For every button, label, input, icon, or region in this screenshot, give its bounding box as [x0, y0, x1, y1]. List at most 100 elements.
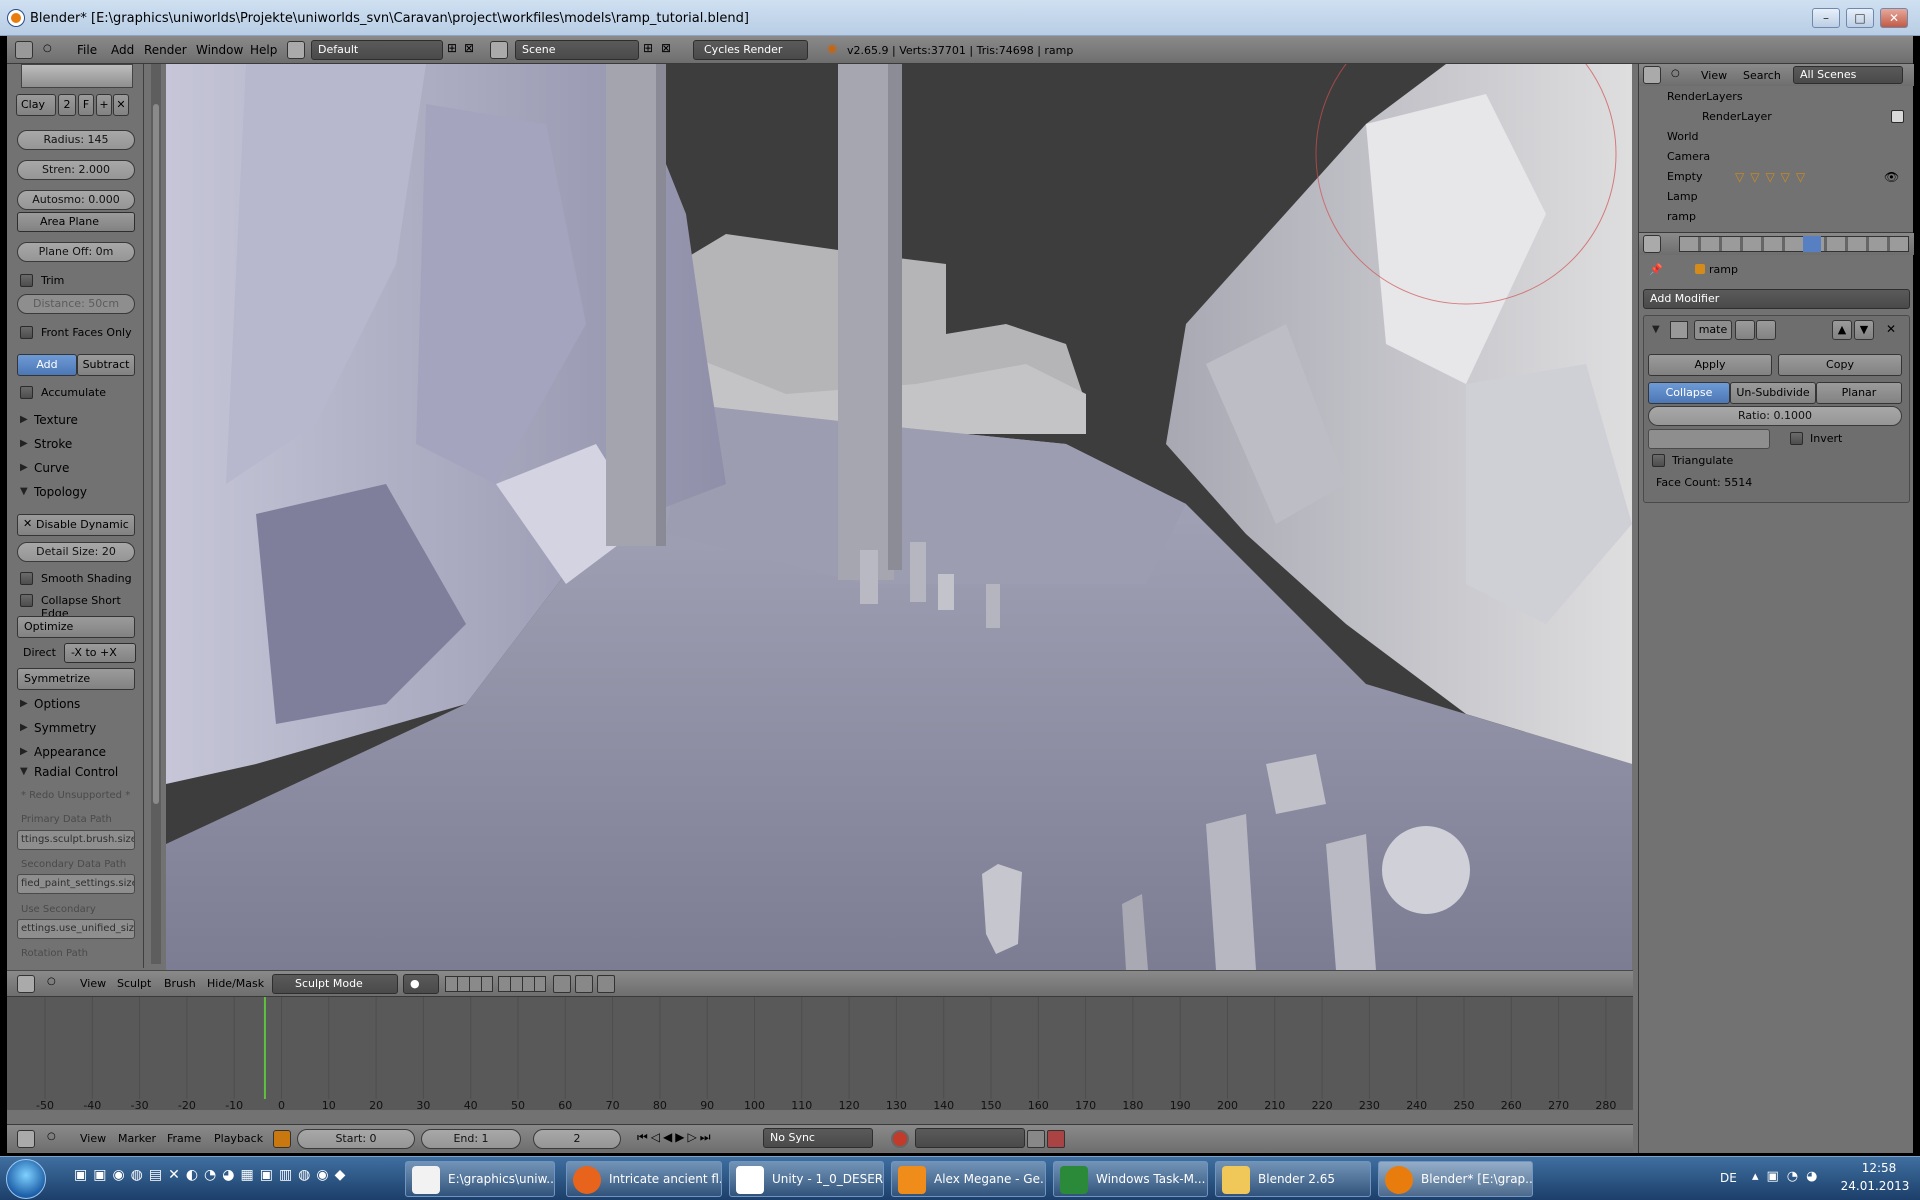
menu-help[interactable]: Help: [250, 43, 277, 57]
distance-field[interactable]: Distance: 50cm: [17, 294, 135, 314]
layers-left-icon[interactable]: [445, 976, 493, 992]
outliner-item-empty[interactable]: Empty: [1667, 170, 1702, 183]
context-tabs[interactable]: [1679, 236, 1909, 252]
disable-dynamic-button[interactable]: Disable Dynamic: [17, 514, 135, 536]
taskbar-blender-folder[interactable]: Blender 2.65: [1215, 1161, 1371, 1197]
preview-range-icon[interactable]: [273, 1130, 291, 1148]
outliner-item-camera[interactable]: Camera: [1667, 150, 1710, 163]
menu-view[interactable]: View: [80, 977, 106, 990]
curve-panel-header[interactable]: Curve: [34, 461, 69, 475]
options-expand-icon[interactable]: ▶: [20, 698, 28, 709]
brush-preview[interactable]: [21, 64, 133, 88]
autosmooth-field[interactable]: Autosmo: 0.000: [17, 190, 135, 210]
symmetry-panel-header[interactable]: Symmetry: [34, 721, 96, 735]
visibility-eye-icon[interactable]: 👁: [1884, 170, 1899, 184]
appearance-expand-icon[interactable]: ▶: [20, 746, 28, 757]
outliner-item-lamp[interactable]: Lamp: [1667, 190, 1698, 203]
outliner-item-renderlayer[interactable]: RenderLayer: [1702, 110, 1772, 123]
taskbar-unity[interactable]: Unity - 1_0_DESER...: [729, 1161, 884, 1197]
menu-sculpt[interactable]: Sculpt: [117, 977, 151, 990]
strength-field[interactable]: Stren: 2.000: [17, 160, 135, 180]
brush-fake-user[interactable]: F: [78, 94, 94, 116]
radius-field[interactable]: Radius: 145: [17, 130, 135, 150]
screen-layout-field[interactable]: Default: [311, 40, 443, 60]
primary-path-field[interactable]: ttings.sculpt.brush.size: [17, 830, 135, 850]
optimize-button[interactable]: Optimize: [17, 616, 135, 638]
current-frame-field[interactable]: 2: [533, 1129, 621, 1149]
menu-hide-mask[interactable]: Hide/Mask: [207, 977, 264, 990]
menu-brush[interactable]: Brush: [164, 977, 196, 990]
remove-layout-icon[interactable]: ⊠: [464, 41, 474, 55]
menu-add[interactable]: Add: [111, 43, 134, 57]
viewport-toggle-icon[interactable]: [1756, 320, 1776, 340]
maximize-button[interactable]: □: [1846, 8, 1874, 28]
editor-type-icon[interactable]: [17, 1130, 35, 1148]
radial-collapse-icon[interactable]: ▼: [20, 766, 28, 777]
remove-modifier-icon[interactable]: ✕: [1886, 322, 1896, 336]
render-preview-icon[interactable]: [575, 975, 593, 993]
editor-type-icon[interactable]: [17, 975, 35, 993]
render-engine-select[interactable]: Cycles Render: [693, 40, 808, 60]
taskbar-firefox[interactable]: Intricate ancient fl...: [566, 1161, 722, 1197]
front-faces-checkbox[interactable]: [20, 326, 33, 339]
pin-icon[interactable]: 📌: [1649, 263, 1663, 276]
toolshelf-scrollbar[interactable]: [151, 64, 161, 964]
menu-file[interactable]: File: [77, 43, 97, 57]
tray-icons[interactable]: ▴▣◔◕: [1752, 1169, 1826, 1184]
menu-frame[interactable]: Frame: [167, 1132, 201, 1145]
symmetry-expand-icon[interactable]: ▶: [20, 722, 28, 733]
trim-checkbox[interactable]: [20, 274, 33, 287]
taskbar-blender-active[interactable]: Blender* [E:\grap...: [1378, 1161, 1533, 1197]
playback-controls[interactable]: ⏮◁◀▶▷⏭: [637, 1130, 714, 1145]
texture-expand-icon[interactable]: ▶: [20, 414, 28, 425]
viewport-shading-select[interactable]: ●: [403, 974, 439, 994]
scene-field[interactable]: Scene: [515, 40, 639, 60]
minimize-button[interactable]: –: [1812, 8, 1840, 28]
collapse-menu-icon[interactable]: ○: [43, 43, 52, 54]
subtract-mode-button[interactable]: Subtract: [77, 354, 135, 376]
menu-search[interactable]: Search: [1743, 69, 1781, 82]
add-layout-icon[interactable]: ⊞: [447, 41, 457, 55]
taskbar-vlc[interactable]: Alex Megane - Ge...: [891, 1161, 1046, 1197]
add-modifier-select[interactable]: Add Modifier: [1643, 289, 1910, 309]
insert-key-icon[interactable]: [1027, 1130, 1045, 1148]
editor-type-icon[interactable]: [1643, 66, 1661, 84]
scene-icon[interactable]: [490, 41, 508, 59]
add-scene-icon[interactable]: ⊞: [643, 41, 653, 55]
plane-offset-field[interactable]: Plane Off: 0m: [17, 242, 135, 262]
start-frame-field[interactable]: Start: 0: [297, 1129, 415, 1149]
triangulate-checkbox[interactable]: [1652, 454, 1665, 467]
stroke-expand-icon[interactable]: ▶: [20, 438, 28, 449]
clock-date[interactable]: 24.01.2013: [1836, 1179, 1914, 1193]
planar-mode-button[interactable]: Planar: [1816, 382, 1902, 404]
end-frame-field[interactable]: End: 1: [421, 1129, 521, 1149]
appearance-panel-header[interactable]: Appearance: [34, 745, 106, 759]
detail-size-field[interactable]: Detail Size: 20: [17, 542, 135, 562]
collapse-short-checkbox[interactable]: [20, 594, 33, 607]
menu-render[interactable]: Render: [144, 43, 187, 57]
close-button[interactable]: ✕: [1880, 8, 1908, 28]
display-mode-select[interactable]: All Scenes: [1793, 66, 1903, 84]
delete-key-icon[interactable]: [1047, 1130, 1065, 1148]
invert-checkbox[interactable]: [1790, 432, 1803, 445]
editor-type-icon[interactable]: [15, 41, 33, 59]
ratio-field[interactable]: Ratio: 0.1000: [1648, 406, 1902, 426]
language-indicator[interactable]: DE: [1720, 1171, 1737, 1185]
menu-view[interactable]: View: [1701, 69, 1727, 82]
collapse-menu-icon[interactable]: ○: [1671, 68, 1680, 79]
sync-select[interactable]: No Sync: [763, 1128, 873, 1148]
timeline-editor[interactable]: -50 -40 -30 -20 -10 0 10 20 30 40 50 60 70 80 90 100 110…: [7, 996, 1633, 1112]
accumulate-checkbox[interactable]: [20, 386, 33, 399]
curve-expand-icon[interactable]: ▶: [20, 462, 28, 473]
add-mode-button[interactable]: Add: [17, 354, 77, 376]
menu-playback[interactable]: Playback: [214, 1132, 263, 1145]
layers-right-icon[interactable]: [498, 976, 546, 992]
outliner-item-ramp[interactable]: ramp: [1667, 210, 1696, 223]
brush-users-count[interactable]: 2: [58, 94, 76, 116]
outliner-item-world[interactable]: World: [1667, 130, 1699, 143]
outliner-item-renderlayers[interactable]: RenderLayers: [1667, 90, 1743, 103]
radial-control-header[interactable]: Radial Control: [34, 765, 118, 779]
screen-layout-icon[interactable]: [287, 41, 305, 59]
renderlayer-checkbox[interactable]: [1891, 110, 1904, 123]
taskbar-explorer[interactable]: E:\graphics\uniw...: [405, 1161, 555, 1197]
